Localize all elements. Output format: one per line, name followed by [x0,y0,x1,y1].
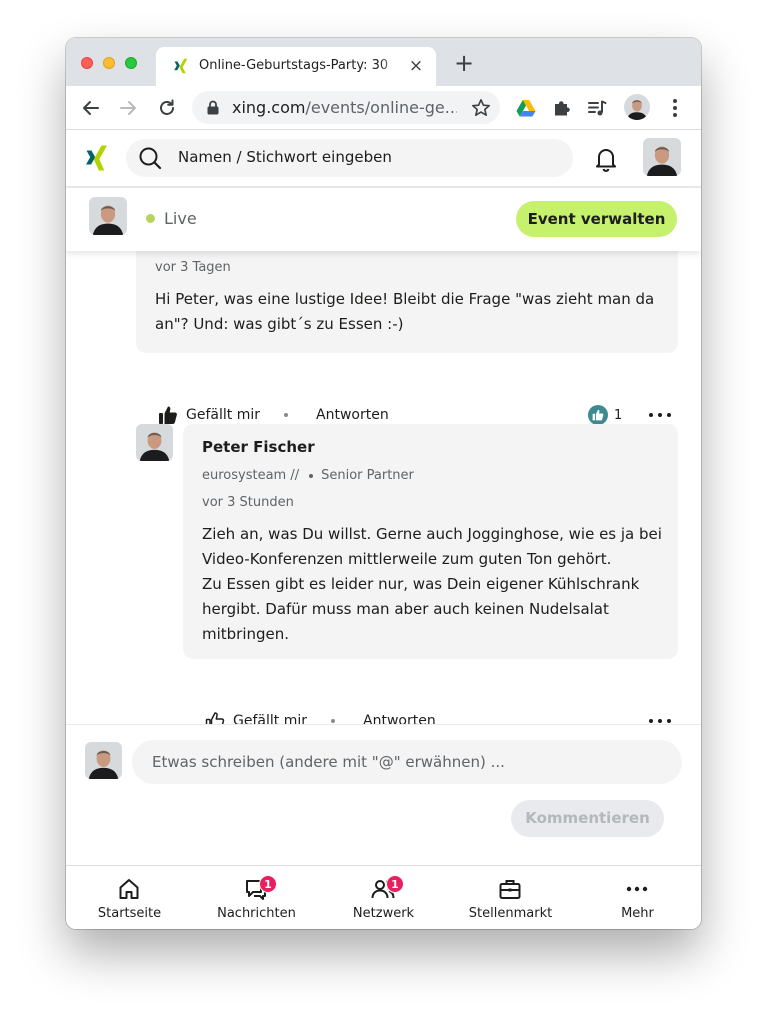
messages-badge: 1 [259,875,277,893]
profile-avatar[interactable] [624,94,650,120]
more-icon [626,886,648,892]
nav-label-netzwerk: Netzwerk [352,906,415,921]
network-badge: 1 [386,875,404,893]
reply-actions: Gefällt mir Antworten [205,708,678,724]
reply-text: Zieh an, was Du willst. Gerne auch Joggi… [202,525,662,643]
reply-more-icon[interactable] [649,708,671,724]
separator-dot [331,719,335,723]
playlist-icon [588,100,607,116]
like-badge-icon [588,405,608,425]
event-host-avatar-image [89,197,127,235]
event-bar: Live Event verwalten [66,188,701,251]
nav-item-stellenmarkt[interactable]: Stellenmarkt [447,866,574,929]
event-host-avatar[interactable] [89,197,127,235]
search-placeholder: Namen / Stichwort eingeben [178,148,392,166]
tab-bar: Online-Geburtstags-Party: 30 × + [66,38,701,86]
separator-dot [284,413,288,417]
minimize-window-button[interactable] [103,57,115,69]
bell-icon[interactable] [594,146,618,172]
url-host: xing.com [232,98,306,117]
reply-author-name[interactable]: Peter Fischer [202,438,315,456]
tab-title: Online-Geburtstags-Party: 30 [199,58,389,73]
reply-like-button[interactable]: Gefällt mir [205,708,307,724]
user-avatar[interactable] [643,138,681,176]
comments-section: vor 3 Tagen Hi Peter, was eine lustige I… [66,251,701,724]
back-button[interactable] [78,95,104,121]
composer-avatar-image [85,742,122,779]
site-header: Namen / Stichwort eingeben [66,130,701,188]
lock-icon [207,100,219,115]
reply-reply-button[interactable]: Antworten [363,708,436,724]
thumbs-up-outline-icon [205,712,225,724]
xing-logo-icon[interactable] [85,145,109,171]
thumbs-up-filled-icon [159,406,177,424]
media-control-button[interactable] [585,96,609,120]
kebab-menu-icon [673,99,677,117]
submit-comment-button[interactable]: Kommentieren [511,800,664,837]
reply-author-avatar-image [136,424,173,461]
manage-event-button[interactable]: Event verwalten [516,201,677,237]
live-status: Live [164,209,197,228]
arrow-left-icon [83,101,99,115]
arrow-right-icon [120,101,136,115]
tab-close-icon[interactable]: × [406,56,426,76]
nav-label-mehr: Mehr [621,906,654,921]
comment-input[interactable] [132,740,682,784]
browser-window: Online-Geburtstags-Party: 30 × + xing.co… [66,38,701,929]
new-tab-button[interactable]: + [452,51,476,76]
comment-composer: Kommentieren [66,724,701,865]
google-drive-icon [516,100,536,117]
nav-label-startseite: Startseite [97,906,162,921]
composer-avatar [85,742,122,779]
maximize-window-button[interactable] [125,57,137,69]
nav-item-netzwerk[interactable]: 1 Netzwerk [320,866,447,929]
nav-item-mehr[interactable]: Mehr [574,866,701,929]
url-text: xing.com/events/online-ge... [232,98,457,118]
nav-label-stellenmarkt: Stellenmarkt [468,906,553,921]
address-bar[interactable]: xing.com/events/online-ge... [192,91,500,124]
xing-favicon-icon [174,58,188,74]
search-icon [139,147,162,170]
reload-button[interactable] [154,95,180,121]
reply-like-label: Gefällt mir [233,713,307,724]
bottom-navigation: Startseite 1 Nachrichten 1 Netzwerk Stel… [66,865,701,929]
extensions-button[interactable] [550,96,574,120]
browser-menu-button[interactable] [663,96,687,120]
puzzle-icon [555,101,570,116]
nav-label-nachrichten: Nachrichten [217,906,296,921]
reply-author-avatar[interactable] [136,424,173,461]
reply-time: vor 3 Stunden [202,495,294,510]
nav-item-nachrichten[interactable]: 1 Nachrichten [193,866,320,929]
url-path: /events/online-ge... [305,98,457,117]
comment-like-label: Gefällt mir [186,407,260,423]
like-count-value: 1 [614,407,623,423]
reply-bubble: Peter Fischer eurosysteam // Senior Part… [183,424,678,659]
meta-separator-dot [309,473,314,478]
bookmark-star-icon[interactable] [470,97,492,119]
reply-author-meta: eurosysteam // Senior Partner [202,468,414,483]
nav-item-startseite[interactable]: Startseite [66,866,193,929]
briefcase-icon [499,880,521,899]
browser-toolbar: xing.com/events/online-ge... [66,86,701,130]
reload-icon [160,99,174,115]
google-drive-extension[interactable] [514,96,538,120]
user-avatar-image [643,138,681,176]
forward-button[interactable] [115,95,141,121]
comment-time: vor 3 Tagen [155,260,231,275]
home-icon [119,879,139,899]
comment-bubble: vor 3 Tagen Hi Peter, was eine lustige I… [136,251,678,353]
live-indicator-dot [146,214,155,223]
comment-text: Hi Peter, was eine lustige Idee! Bleibt … [155,290,655,333]
browser-tab[interactable]: Online-Geburtstags-Party: 30 × [156,47,436,86]
reply-author-company: eurosysteam // [202,468,300,483]
close-window-button[interactable] [81,57,93,69]
profile-avatar-image [624,94,650,120]
search-bar[interactable]: Namen / Stichwort eingeben [126,139,573,177]
reply-author-position: Senior Partner [321,468,414,483]
